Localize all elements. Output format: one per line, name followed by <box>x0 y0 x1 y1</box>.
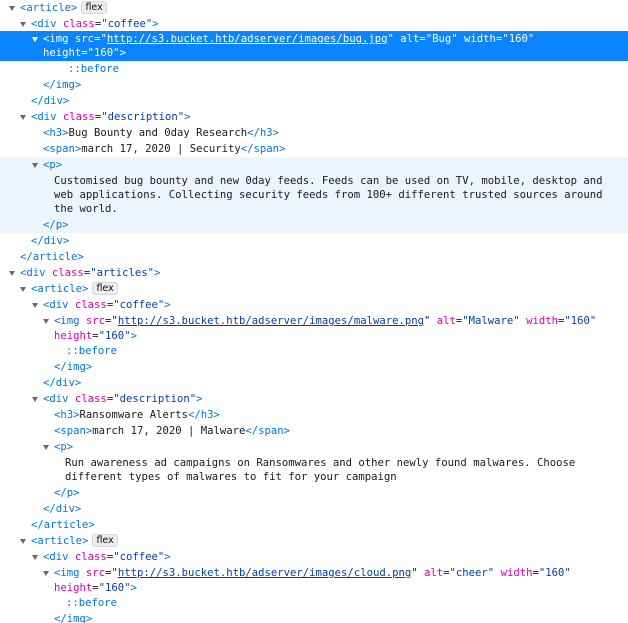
img-src-link[interactable]: http://s3.bucket.htb/adserver/images/clo… <box>118 567 411 579</box>
node-p-1-text[interactable]: Customised bug bounty and new 0day feeds… <box>0 173 628 217</box>
node-article-2[interactable]: <article> flex <box>0 281 628 297</box>
node-h3-1[interactable]: <h3>Bug Bounty and 0day Research</h3> <box>0 125 628 141</box>
node-span-1[interactable]: <span>march 17, 2020 | Security</span> <box>0 141 628 157</box>
node-div-close[interactable]: </div> <box>0 375 628 391</box>
collapse-twisty-icon[interactable] <box>9 271 15 276</box>
collapse-twisty-icon[interactable] <box>32 397 38 402</box>
node-div-close[interactable]: </div> <box>0 501 628 517</box>
collapse-twisty-icon[interactable] <box>20 115 26 120</box>
collapse-twisty-icon[interactable] <box>32 303 38 308</box>
node-div-coffee-3[interactable]: <div class="coffee"> <box>0 549 628 565</box>
collapse-twisty-icon[interactable] <box>32 555 38 560</box>
node-article-1[interactable]: <article> flex <box>0 0 628 16</box>
collapse-twisty-icon[interactable] <box>32 37 38 42</box>
collapse-twisty-icon[interactable] <box>20 22 26 27</box>
node-div-coffee-1[interactable]: <div class="coffee"> <box>0 16 628 32</box>
node-p-2-close[interactable]: </p> <box>0 485 628 501</box>
collapse-twisty-icon[interactable] <box>20 287 26 292</box>
flex-badge[interactable]: flex <box>81 1 107 14</box>
collapse-twisty-icon[interactable] <box>20 539 26 544</box>
node-div-close[interactable]: </div> <box>0 233 628 249</box>
node-pseudo-before[interactable]: ::before <box>0 343 628 359</box>
node-article-3[interactable]: <article> flex <box>0 533 628 549</box>
node-img-cloud[interactable]: <img src="http://s3.bucket.htb/adserver/… <box>0 565 628 595</box>
img-src-link[interactable]: http://s3.bucket.htb/adserver/images/mal… <box>118 315 424 327</box>
node-span-2[interactable]: <span>march 17, 2020 | Malware</span> <box>0 423 628 439</box>
node-pseudo-before[interactable]: ::before <box>0 595 628 611</box>
img-src-link[interactable]: http://s3.bucket.htb/adserver/images/bug… <box>107 33 388 45</box>
node-div-articles[interactable]: <div class="articles"> <box>0 265 628 281</box>
node-h3-2[interactable]: <h3>Ransomware Alerts</h3> <box>0 407 628 423</box>
flex-badge[interactable]: flex <box>92 534 118 547</box>
node-img-close[interactable]: </img> <box>0 611 628 623</box>
node-article-close[interactable]: </article> <box>0 249 628 265</box>
node-pseudo-before[interactable]: ::before <box>0 61 628 77</box>
collapse-twisty-icon[interactable] <box>43 319 49 324</box>
node-div-coffee-2[interactable]: <div class="coffee"> <box>0 297 628 313</box>
collapse-twisty-icon[interactable] <box>43 445 49 450</box>
node-p-1[interactable]: <p> <box>0 157 628 173</box>
node-article-close[interactable]: </article> <box>0 517 628 533</box>
node-div-description-1[interactable]: <div class="description"> <box>0 109 628 125</box>
node-p-1-close[interactable]: </p> <box>0 217 628 233</box>
collapse-twisty-icon[interactable] <box>43 571 49 576</box>
collapse-twisty-icon[interactable] <box>32 163 38 168</box>
node-p-2[interactable]: <p> <box>0 439 628 455</box>
flex-badge[interactable]: flex <box>92 282 118 295</box>
node-div-close[interactable]: </div> <box>0 93 628 109</box>
collapse-twisty-icon[interactable] <box>9 6 15 11</box>
node-img-close[interactable]: </img> <box>0 77 628 93</box>
node-img-malware[interactable]: <img src="http://s3.bucket.htb/adserver/… <box>0 313 628 343</box>
node-div-description-2[interactable]: <div class="description"> <box>0 391 628 407</box>
node-img-close[interactable]: </img> <box>0 359 628 375</box>
node-p-2-text[interactable]: Run awareness ad campaigns on Ransomware… <box>0 455 628 485</box>
node-img-bug-selected[interactable]: <img src="http://s3.bucket.htb/adserver/… <box>0 31 628 61</box>
